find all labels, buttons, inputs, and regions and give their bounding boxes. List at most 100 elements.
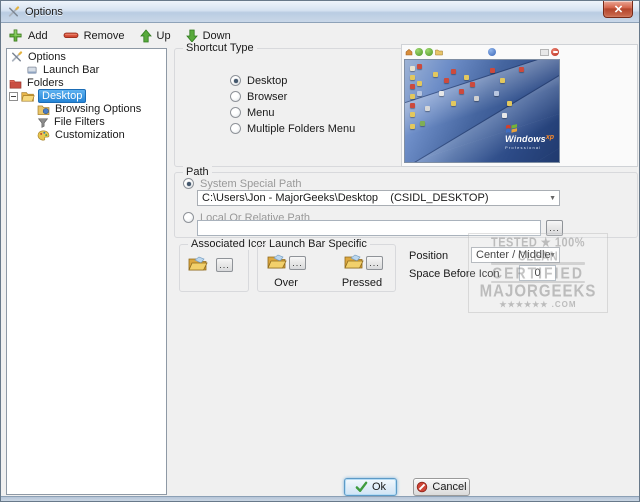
desktop-shortcut-icon — [409, 102, 415, 108]
browsing-options-icon — [37, 105, 50, 115]
down-button[interactable]: Down — [185, 29, 231, 43]
tree-label: Options — [28, 51, 66, 63]
chevron-down-icon: ▼ — [549, 195, 556, 202]
browse-over-icon-button[interactable]: ... — [289, 256, 306, 270]
desktop-shortcut-icon — [417, 81, 423, 87]
desktop-shortcut-icon — [409, 66, 415, 72]
tree-item-customization[interactable]: Customization — [7, 129, 166, 141]
desktop-shortcut-icon — [417, 90, 423, 96]
tree-label: Launch Bar — [43, 64, 100, 76]
up-button[interactable]: Up — [139, 28, 171, 43]
tree-label-selected: Desktop — [38, 89, 87, 103]
desktop-shortcut-icon — [438, 90, 444, 96]
desktop-shortcut-icon — [451, 69, 457, 75]
close-button[interactable] — [603, 1, 633, 18]
open-folder-icon-pressed[interactable] — [344, 254, 364, 270]
desktop-shortcut-icon — [432, 72, 438, 78]
xp-logo-sub: Professional — [505, 145, 542, 150]
radio-browser[interactable]: Browser — [230, 90, 287, 103]
radio-multiple-folders-menu[interactable]: Multiple Folders Menu — [230, 122, 355, 135]
browse-associated-icon-button[interactable]: ... — [216, 258, 233, 272]
desktop-shortcut-icon — [489, 68, 495, 74]
desktop-shortcut-icon — [409, 75, 415, 81]
home-icon[interactable] — [405, 48, 413, 56]
info-icon[interactable] — [487, 48, 496, 56]
radio-label: Menu — [247, 106, 275, 119]
tree-label: File Filters — [54, 116, 105, 128]
ellipsis-icon: ... — [369, 257, 380, 268]
open-folder-icon-over[interactable] — [267, 254, 287, 270]
browse-path-button[interactable]: ... — [546, 220, 563, 236]
add-button[interactable]: Add — [8, 28, 48, 43]
radio-menu[interactable]: Menu — [230, 106, 275, 119]
open-folder-icon[interactable] — [188, 256, 208, 272]
radio-icon — [230, 91, 241, 102]
radio-icon — [230, 123, 241, 134]
tree-item-file-filters[interactable]: File Filters — [7, 116, 166, 128]
browse-pressed-icon-button[interactable]: ... — [366, 256, 383, 270]
radio-icon — [183, 212, 194, 223]
space-before-icon-input[interactable]: 0 — [519, 265, 556, 281]
desktop-shortcut-icon — [409, 84, 415, 90]
close-icon — [614, 5, 622, 13]
launch-bar-specific-group-label: Launch Bar Specific — [266, 238, 370, 250]
windows-xp-logo: Windowsxp Professional — [505, 123, 554, 150]
collapse-expander-icon[interactable] — [9, 91, 18, 101]
xp-wallpaper-preview: Windowsxp Professional — [404, 59, 560, 163]
radio-label: Desktop — [247, 74, 288, 87]
preview-toolbar — [403, 46, 561, 58]
system-special-path-combo[interactable]: C:\Users\Jon - MajorGeeks\Desktop (CSIDL… — [197, 190, 560, 206]
radio-label: System Special Path — [200, 177, 302, 190]
folder-icon — [21, 91, 35, 101]
radio-desktop[interactable]: Desktop — [230, 74, 287, 87]
cancel-button[interactable]: Cancel — [413, 478, 470, 496]
titlebar[interactable]: Options — [1, 1, 639, 23]
xp-logo-brand: Windows — [505, 134, 546, 144]
ok-label: Ok — [371, 481, 387, 493]
tree-item-options[interactable]: Options — [7, 51, 166, 63]
desktop-shortcut-icon — [494, 90, 500, 96]
radio-label: Multiple Folders Menu — [247, 122, 356, 135]
tree-item-desktop[interactable]: Desktop — [7, 89, 166, 103]
position-combo[interactable]: Center / Middle ▼ — [471, 247, 560, 263]
stop-icon[interactable] — [551, 48, 559, 56]
options-tree: Options Launch Bar Folders Desktop Brows… — [6, 48, 167, 495]
cancel-label: Cancel — [432, 481, 467, 493]
windows-flag-icon — [506, 124, 517, 133]
shortcut-type-group-label: Shortcut Type — [183, 42, 257, 54]
combo-value: Center / Middle — [476, 249, 551, 261]
local-relative-path-input[interactable] — [197, 220, 541, 236]
ok-button[interactable]: Ok — [344, 478, 397, 496]
desktop-shortcut-icon — [409, 112, 415, 118]
tree-label: Folders — [27, 77, 64, 89]
watermark-line: ★★★★★★ .COM — [499, 300, 577, 309]
launch-bar-specific-group: Launch Bar Specific ... Over ... Pressed — [257, 238, 396, 292]
funnel-icon — [37, 117, 49, 128]
folder-small-icon[interactable] — [435, 48, 443, 56]
check-icon — [355, 481, 368, 492]
input-value: 0 — [534, 267, 541, 279]
refresh-icon-2[interactable] — [425, 48, 433, 56]
tools-icon — [8, 5, 20, 17]
desktop-shortcut-icon — [502, 113, 508, 119]
path-group: Path System Special Path C:\Users\Jon - … — [174, 166, 638, 238]
associated-icon-group: Associated Icon ... — [179, 238, 272, 292]
tree-item-folders[interactable]: Folders — [7, 77, 166, 89]
down-label: Down — [202, 29, 231, 42]
desktop-shortcut-icon — [458, 88, 464, 94]
ellipsis-icon: ... — [549, 222, 560, 233]
up-arrow-icon — [139, 28, 152, 42]
grid-icon[interactable] — [540, 48, 549, 56]
remove-button[interactable]: Remove — [63, 30, 125, 42]
tree-item-browsing-options[interactable]: Browsing Options — [7, 103, 166, 115]
refresh-icon[interactable] — [415, 48, 423, 56]
add-label: Add — [28, 29, 48, 42]
desktop-shortcut-icon — [518, 67, 524, 73]
combo-value: C:\Users\Jon - MajorGeeks\Desktop (CSIDL… — [202, 192, 489, 204]
desktop-shortcut-icon — [469, 82, 475, 88]
tree-item-launch-bar[interactable]: Launch Bar — [7, 64, 166, 76]
chevron-down-icon: ▼ — [549, 252, 556, 259]
ellipsis-icon: ... — [219, 259, 230, 270]
desktop-shortcut-icon — [500, 78, 506, 84]
radio-system-special-path[interactable]: System Special Path — [183, 177, 302, 190]
